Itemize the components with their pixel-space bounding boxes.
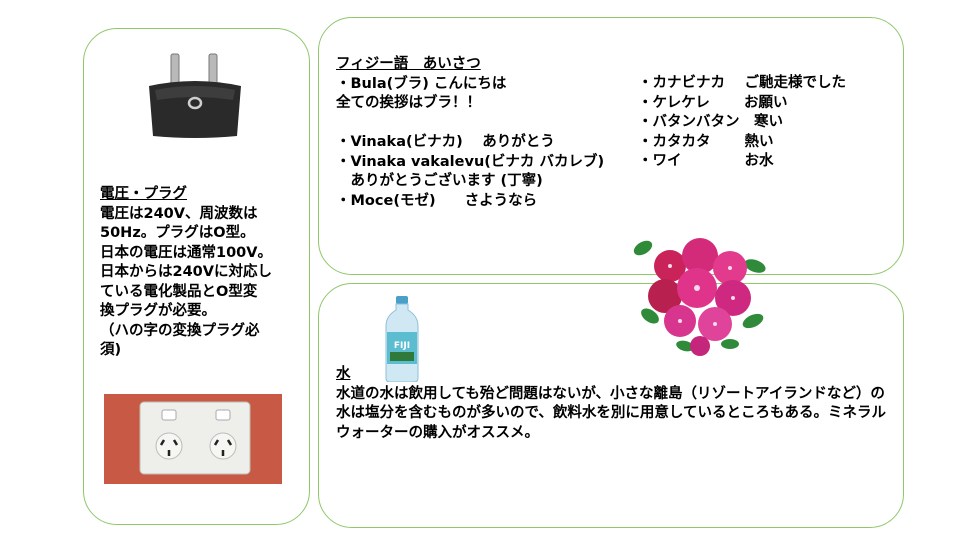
plug-line: 換プラグが必要。	[100, 303, 216, 319]
plug-line: （ハの字の変換プラグ必	[100, 322, 260, 339]
plug-adapter-image	[149, 53, 241, 138]
bougainvillea-image	[633, 238, 766, 356]
water-heading: 水	[336, 366, 351, 382]
greetings-section: フィジー語 あいさつ・Bula(ブラ) こんにちは 全ての挨拶はブラ！！ ・Vin…	[336, 55, 604, 211]
plug-line: 電圧は240V、周波数は	[100, 205, 258, 222]
plug-section: 電圧・プラグ電圧は240V、周波数は 50Hz。プラグはO型。日本の電圧は通常10…	[100, 185, 272, 361]
greeting-line: ・バタンバタン 寒い	[638, 114, 783, 130]
greeting-line: ・Moce(モゼ) さようなら	[336, 192, 538, 209]
greetings-heading: フィジー語 あいさつ	[336, 56, 481, 72]
water-body: 水道の水は飲用しても殆ど問題はないが、小さな離島（リゾートアイランドなど）の水は…	[336, 385, 886, 441]
plug-line: 須)	[100, 342, 122, 358]
greeting-line: 全ての挨拶はブラ！！	[336, 95, 481, 111]
plug-line: 日本からは240Vに対応し	[100, 264, 272, 280]
bottle-label: FIJI	[394, 341, 410, 351]
outlet-image	[104, 394, 282, 484]
greeting-line: ・カタカタ 熱い	[638, 133, 774, 150]
greeting-line: ・Bula(ブラ) こんにちは	[336, 75, 507, 92]
greeting-line: ありがとうございます (丁寧)	[336, 173, 543, 189]
plug-line: 50Hz。プラグはO型。	[100, 225, 255, 241]
greeting-line: ・Vinaka(ビナカ) ありがとう	[336, 134, 555, 150]
water-section: 水水道の水は飲用しても殆ど問題はないが、小さな離島（リゾートアイランドなど）の水…	[336, 365, 896, 443]
greeting-line: ・カナビナカ ご馳走様でした	[638, 75, 847, 91]
plug-line: ている電化製品とO型変	[100, 283, 258, 300]
greeting-line: ・Vinaka vakalevu(ビナカ バカレブ)	[336, 153, 605, 170]
greeting-line: ・ワイ お水	[638, 153, 774, 169]
greeting-line	[336, 114, 604, 134]
plug-heading: 電圧・プラグ	[100, 186, 187, 202]
greeting-line: ・ケレケレ お願い	[638, 94, 788, 111]
greetings-right-column: ・カナビナカ ご馳走様でした ・ケレケレ お願い ・バタンバタン 寒い ・カタカタ 熱…	[638, 74, 846, 172]
plug-line: 日本の電圧は通常100V。	[100, 244, 272, 261]
